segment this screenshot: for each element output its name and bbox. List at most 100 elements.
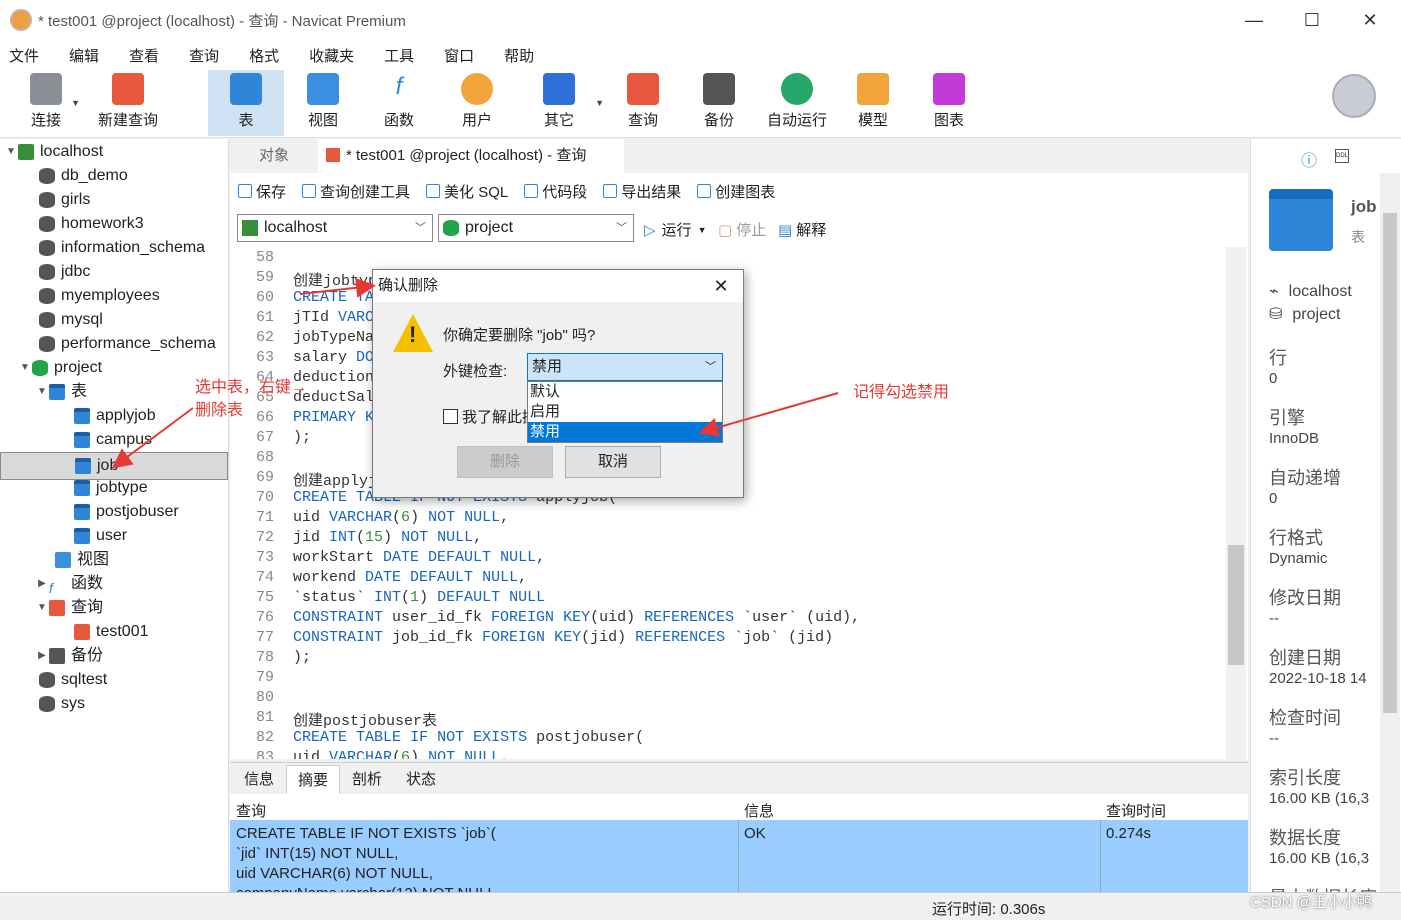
chart-button[interactable]: 图表 [912,70,986,136]
chevron-down-icon[interactable]: ▼ [35,596,49,620]
chevron-down-icon[interactable]: ▼ [35,380,49,404]
dialog-close-button[interactable]: ✕ [699,270,743,302]
export-result-button[interactable]: 导出结果 [603,181,681,202]
tree-db[interactable]: girls [25,188,90,212]
ddl-icon[interactable]: DDL [1335,149,1349,163]
code-line[interactable]: uid VARCHAR(6) NOT NULL, [293,749,509,759]
tab-info[interactable]: 信息 [234,765,284,795]
tree-node-queries[interactable]: ▼ 查询 [35,596,103,620]
tab-status[interactable]: 状态 [394,765,448,795]
option-default[interactable]: 默认 [528,382,722,402]
chevron-down-icon[interactable]: ▼ [18,356,32,380]
delete-button[interactable]: 删除 [457,446,553,478]
tree-db[interactable]: sqltest [25,668,107,692]
tree-node-functions[interactable]: ▶ f 函数 [35,572,103,596]
scrollbar-thumb[interactable] [1383,213,1397,713]
checkbox-box[interactable] [443,409,458,424]
menu-favorites[interactable]: 收藏夹 [309,45,354,66]
chevron-down-icon[interactable]: ▼ [698,225,707,235]
menu-tools[interactable]: 工具 [384,45,414,66]
explain-button[interactable]: ▤ 解释 [778,219,826,240]
menu-format[interactable]: 格式 [249,45,279,66]
autorun-button[interactable]: 自动运行 [760,70,834,136]
tree-node-localhost[interactable]: ▼ localhost [4,140,103,164]
tree-db[interactable]: jdbc [25,260,90,284]
snippet-button[interactable]: 代码段 [524,181,587,202]
code-line[interactable]: jid INT(15) NOT NULL, [293,529,482,546]
model-button[interactable]: 模型 [836,70,910,136]
acknowledge-checkbox[interactable]: 我了解此操 [443,406,537,427]
code-line[interactable]: CONSTRAINT job_id_fk FOREIGN KEY(jid) RE… [293,629,833,646]
panel-scrollbar[interactable] [1380,173,1400,892]
close-button[interactable]: ✕ [1341,0,1399,40]
tree-db[interactable]: mysql [25,308,103,332]
user-button[interactable]: 用户 [440,70,514,136]
tree-db[interactable]: performance_schema [25,332,216,356]
tree-table[interactable]: user [60,524,127,548]
tree-node-views[interactable]: 视图 [41,548,109,572]
tree-db[interactable]: homework3 [25,212,144,236]
save-button[interactable]: 保存 [238,181,286,202]
connection-select[interactable]: localhost ﹀ [237,214,433,242]
avatar[interactable] [1332,74,1376,118]
query-builder-button[interactable]: 查询创建工具 [302,181,410,202]
tree-node-tables[interactable]: ▼ 表 [35,380,87,404]
menu-file[interactable]: 文件 [9,45,39,66]
info-icon[interactable]: ⓘ [1301,147,1317,171]
fk-check-select[interactable]: 禁用 ﹀ [527,353,723,381]
tree-query-item[interactable]: test001 [60,620,148,644]
database-select[interactable]: project ﹀ [438,214,634,242]
tree-table[interactable]: applyjob [60,404,156,428]
beautify-sql-button[interactable]: 美化 SQL [426,181,508,202]
other-button[interactable]: 其它 ▼ [522,70,604,136]
code-line[interactable]: uid VARCHAR(6) NOT NULL, [293,509,509,526]
tab-profile[interactable]: 剖析 [340,765,394,795]
code-line[interactable]: ); [293,429,311,446]
table-button[interactable]: 表 [208,70,284,136]
option-enable[interactable]: 启用 [528,402,722,422]
menu-help[interactable]: 帮助 [504,45,534,66]
tab-summary[interactable]: 摘要 [286,765,340,795]
scrollbar-thumb[interactable] [1228,545,1244,665]
menu-query[interactable]: 查询 [189,45,219,66]
tree-db[interactable]: information_schema [25,236,205,260]
menu-edit[interactable]: 编辑 [69,45,99,66]
tree-table[interactable]: campus [60,428,152,452]
tree-node-project[interactable]: ▼ project [18,356,102,380]
tab-query[interactable]: * test001 @project (localhost) - 查询 [318,139,624,173]
chevron-right-icon[interactable]: ▶ [35,572,49,596]
maximize-button[interactable]: ☐ [1283,0,1341,40]
run-button[interactable]: ▷ 运行 ▼ [644,219,706,240]
new-query-button[interactable]: 新建查询 [92,70,164,136]
option-disable[interactable]: 禁用 [528,422,722,442]
function-button[interactable]: f 函数 [362,70,436,136]
table-row[interactable]: CREATE TABLE IF NOT EXISTS `job`( `jid` … [230,820,1248,892]
tree-table[interactable]: postjobuser [60,500,179,524]
code-line[interactable]: workend DATE DEFAULT NULL, [293,569,527,586]
connect-button[interactable]: 连接 ▼ [20,70,80,136]
code-line[interactable]: 创建postjobuser表 [293,709,437,730]
create-chart-button[interactable]: 创建图表 [697,181,775,202]
tree-db[interactable]: db_demo [25,164,128,188]
query-button[interactable]: 查询 [606,70,680,136]
chevron-down-icon[interactable]: ▼ [4,140,18,164]
tree-db[interactable]: sys [25,692,85,716]
code-line[interactable]: CONSTRAINT user_id_fk FOREIGN KEY(uid) R… [293,609,860,626]
chevron-down-icon[interactable]: ▼ [595,98,604,108]
chevron-down-icon[interactable]: ▼ [71,98,80,108]
tree-db[interactable]: myemployees [25,284,160,308]
minimize-button[interactable]: — [1225,0,1283,40]
tree-table[interactable]: jobtype [60,476,148,500]
menu-window[interactable]: 窗口 [444,45,474,66]
stop-button[interactable]: ▢ 停止 [718,219,766,240]
tab-objects[interactable]: 对象 [230,139,318,173]
editor-scrollbar[interactable] [1226,247,1246,759]
menu-view[interactable]: 查看 [129,45,159,66]
code-line[interactable]: CREATE TABLE IF NOT EXISTS postjobuser( [293,729,644,746]
chevron-right-icon[interactable]: ▶ [35,644,49,668]
code-line[interactable]: workStart DATE DEFAULT NULL, [293,549,545,566]
cancel-button[interactable]: 取消 [565,446,661,478]
view-button[interactable]: 视图 [286,70,360,136]
code-line[interactable]: ); [293,649,311,666]
backup-button[interactable]: 备份 [682,70,756,136]
